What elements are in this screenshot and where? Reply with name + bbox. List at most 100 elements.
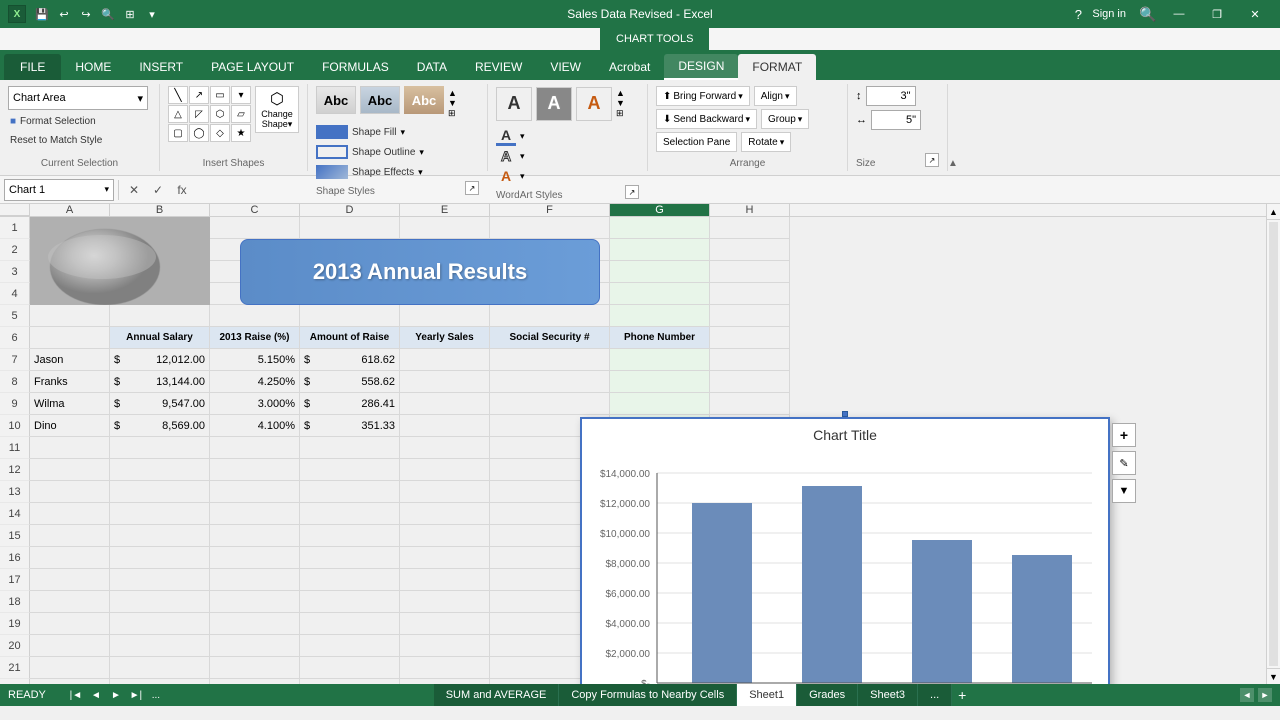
confirm-formula-btn[interactable]: ✓ [147,179,169,201]
cell-c5[interactable] [210,305,300,327]
cell-b9[interactable]: $9,547.00 [110,393,210,415]
cell-f9[interactable] [490,393,610,415]
cell-h3[interactable] [710,261,790,283]
cell-a18[interactable] [30,591,110,613]
col-header-b[interactable]: B [110,204,210,216]
sheet-tabs[interactable]: SUM and AVERAGE Copy Formulas to Nearby … [166,684,1240,706]
cell-c8[interactable]: 4.250% [210,371,300,393]
close-btn[interactable]: ✕ [1238,0,1272,28]
send-backward-arrow[interactable]: ▾ [745,114,750,125]
row-header-10[interactable]: 10 [0,415,30,437]
cell-e21[interactable] [400,657,490,679]
shape-line[interactable]: ╲ [168,86,188,104]
cell-g2[interactable] [610,239,710,261]
tab-ellipsis[interactable]: ... [146,684,166,706]
redo-btn[interactable]: ↪ [76,4,96,24]
chart-handle-top[interactable] [842,411,848,417]
tab-grades[interactable]: Grades [797,684,858,706]
cell-d17[interactable] [300,569,400,591]
shape-fill-btn[interactable]: Shape Fill [352,127,396,138]
col-header-d[interactable]: D [300,204,400,216]
cell-e15[interactable] [400,525,490,547]
cancel-formula-btn[interactable]: ✕ [123,179,145,201]
cell-b5[interactable] [110,305,210,327]
shape-more[interactable]: ▾ [231,86,251,104]
cell-d14[interactable] [300,503,400,525]
text-fill-arrow[interactable]: ▾ [520,131,525,142]
col-header-c[interactable]: C [210,204,300,216]
tab-file[interactable]: FILE [4,54,61,80]
cell-e18[interactable] [400,591,490,613]
cell-d18[interactable] [300,591,400,613]
scroll-up-btn[interactable]: ▲ [1267,204,1280,220]
tab-view[interactable]: VIEW [536,54,595,80]
dropdown-btn[interactable]: ▾ [142,4,162,24]
col-header-g[interactable]: G [610,204,710,216]
col-header-a[interactable]: A [30,204,110,216]
row-header-18[interactable]: 18 [0,591,30,613]
shape-rect[interactable]: ▭ [210,86,230,104]
align-btn[interactable]: Align ▾ [754,86,797,106]
height-input[interactable] [866,86,916,106]
cell-h1[interactable] [710,217,790,239]
shape-diamond[interactable]: ◇ [210,124,230,142]
cell-c22[interactable] [210,679,300,684]
cell-c9[interactable]: 3.000% [210,393,300,415]
size-expand[interactable]: ↗ [925,153,939,167]
rotate-btn[interactable]: Rotate ▾ [741,132,791,152]
shape-outline-btn[interactable]: Shape Outline [352,147,415,158]
cell-b20[interactable] [110,635,210,657]
row-header-3[interactable]: 3 [0,261,30,283]
scroll-thumb[interactable] [1269,222,1278,666]
cell-d20[interactable] [300,635,400,657]
row-header-2[interactable]: 2 [0,239,30,261]
save-btn[interactable]: 💾 [32,4,52,24]
cell-h9[interactable] [710,393,790,415]
cell-c1[interactable] [210,217,300,239]
cell-h5[interactable] [710,305,790,327]
cell-f7[interactable] [490,349,610,371]
cell-a22[interactable] [30,679,110,684]
wa-scroll[interactable]: ▲ ▼ ⊞ [616,86,632,121]
cell-b7[interactable]: $12,012.00 [110,349,210,371]
cell-c13[interactable] [210,481,300,503]
restore-btn[interactable]: ❐ [1200,0,1234,28]
search-file-btn[interactable]: 🔍 [98,4,118,24]
chart-filter-btn[interactable]: ▼ [1112,479,1136,503]
cell-f8[interactable] [490,371,610,393]
tab-ellipsis-more[interactable]: ... [918,684,952,706]
cell-b10[interactable]: $8,569.00 [110,415,210,437]
cell-e10[interactable] [400,415,490,437]
shape-arrow[interactable]: ↗ [189,86,209,104]
cell-a20[interactable] [30,635,110,657]
style-scroll[interactable]: ▲ ▼ ⊞ [448,86,464,121]
cell-a14[interactable] [30,503,110,525]
cell-e9[interactable] [400,393,490,415]
ribbon-collapse[interactable]: ▲ [948,84,964,171]
cell-d12[interactable] [300,459,400,481]
cell-h7[interactable] [710,349,790,371]
cell-e22[interactable] [400,679,490,684]
cell-e17[interactable] [400,569,490,591]
cell-h6[interactable] [710,327,790,349]
tab-format[interactable]: FORMAT [738,54,816,80]
cell-a10-dino[interactable]: Dino [30,415,110,437]
shape-star[interactable]: ★ [231,124,251,142]
cell-e19[interactable] [400,613,490,635]
tab-page-layout[interactable]: PAGE LAYOUT [197,54,308,80]
cell-g1[interactable] [610,217,710,239]
row-header-12[interactable]: 12 [0,459,30,481]
name-box[interactable]: Chart 1 ▾ [4,179,114,201]
cell-b22[interactable] [110,679,210,684]
bring-forward-btn[interactable]: ⬆ Bring Forward ▾ [656,86,750,106]
bar-franks[interactable] [802,486,862,683]
vertical-scrollbar[interactable]: ▲ ▼ [1266,204,1280,684]
tab-sheet3[interactable]: Sheet3 [858,684,918,706]
cell-e8[interactable] [400,371,490,393]
formula-input[interactable] [197,179,1276,201]
scroll-down-btn[interactable]: ▼ [1267,668,1280,684]
cell-h2[interactable] [710,239,790,261]
row-header-11[interactable]: 11 [0,437,30,459]
width-input[interactable] [871,110,921,130]
cell-c19[interactable] [210,613,300,635]
